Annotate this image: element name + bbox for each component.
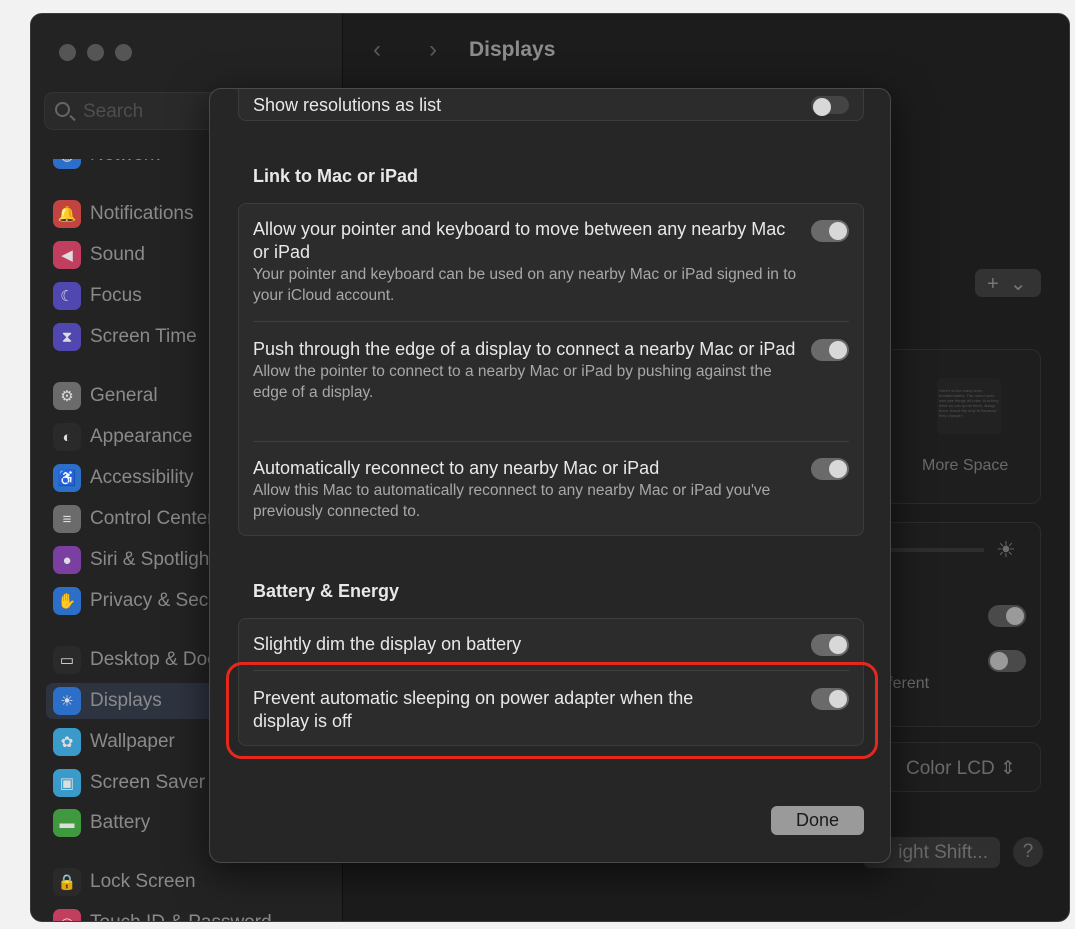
sound-icon: ◀ [53, 241, 81, 269]
setting-row: Allow your pointer and keyboard to move … [253, 219, 797, 304]
desktop-dock-icon: ▭ [53, 646, 81, 674]
brightness-card: ☀ fferent [883, 522, 1041, 727]
sidebar-item-label: Siri & Spotlight [90, 549, 215, 570]
battery-icon: ▬ [53, 809, 81, 837]
bg-toggle[interactable] [988, 650, 1026, 672]
sidebar-item-label: Network [90, 144, 160, 165]
focus-icon: ☾ [53, 282, 81, 310]
more-space-label: More Space [922, 457, 1009, 474]
setting-row: Push through the edge of a display to co… [253, 339, 796, 401]
network-icon: ◍ [53, 159, 81, 169]
auto-reconnect-toggle[interactable] [811, 458, 849, 480]
zoom-button[interactable] [115, 44, 132, 61]
page-title: Displays [469, 38, 556, 61]
done-button[interactable]: Done [771, 806, 864, 835]
bg-toggle[interactable] [988, 605, 1026, 627]
setting-row: Automatically reconnect to any nearby Ma… [253, 458, 771, 520]
preview-thumbnail: Here's to the crazy ones troublemakers. … [937, 378, 1001, 434]
sidebar-item-label: General [90, 385, 158, 406]
divider [253, 321, 849, 322]
sidebar-item-label: Touch ID & Password [90, 912, 272, 921]
sidebar-item-label: Focus [90, 285, 142, 306]
show-resolutions-toggle[interactable] [811, 96, 849, 116]
sidebar-item-label: Desktop & Dock [90, 649, 227, 670]
general-icon: ⚙ [53, 382, 81, 410]
dim-display-toggle[interactable] [811, 634, 849, 656]
notifications-icon: 🔔 [53, 200, 81, 228]
touch-id-password-icon: ◎ [53, 909, 81, 921]
forward-chevron-icon[interactable]: › [429, 36, 437, 64]
minimize-button[interactable] [87, 44, 104, 61]
appearance-icon: ◐ [53, 423, 81, 451]
sidebar-item-label: Wallpaper [90, 731, 175, 752]
sidebar-item-label: Sound [90, 244, 145, 265]
search-icon [55, 102, 70, 117]
link-group: Allow your pointer and keyboard to move … [238, 203, 864, 536]
wallpaper-icon: ✿ [53, 728, 81, 756]
section-heading: Link to Mac or iPad [253, 166, 419, 186]
push-through-toggle[interactable] [811, 339, 849, 361]
close-button[interactable] [59, 44, 76, 61]
resolutions-group: Show resolutions as list [238, 89, 864, 121]
sidebar-item-label: Screen Time [90, 326, 197, 347]
section-heading: Battery & Energy [253, 581, 400, 601]
traffic-lights [59, 44, 132, 61]
add-display-button[interactable]: + ⌄ [975, 269, 1041, 297]
divider [253, 441, 849, 442]
sidebar-item-label: Notifications [90, 203, 194, 224]
sidebar-item-label: Appearance [90, 426, 193, 447]
search-placeholder: Search [83, 101, 144, 122]
setting-row: Slightly dim the display on battery [253, 634, 522, 654]
sidebar-item-touch-id-password[interactable]: ◎ Touch ID & Password [46, 905, 336, 921]
pointer-keyboard-toggle[interactable] [811, 220, 849, 242]
brightness-slider[interactable] [884, 548, 984, 552]
help-button[interactable]: ? [1013, 837, 1043, 867]
screen-time-icon: ⧗ [53, 323, 81, 351]
sidebar-item-lock-screen[interactable]: 🔒 Lock Screen [46, 864, 336, 900]
back-chevron-icon[interactable]: ‹ [373, 36, 381, 64]
lock-screen-icon: 🔒 [53, 868, 81, 896]
highlight-annotation [226, 662, 878, 759]
show-resolutions-label: Show resolutions as list [253, 95, 442, 115]
sidebar-item-label: Lock Screen [90, 871, 196, 892]
control-center-icon: ≡ [53, 505, 81, 533]
sidebar-item-label: Screen Saver [90, 772, 206, 793]
screen-saver-icon: ▣ [53, 769, 81, 797]
siri-spotlight-icon: ● [53, 546, 81, 574]
color-profile-select[interactable]: Color LCD ⇕ [906, 757, 1016, 780]
sidebar-item-label: Displays [90, 690, 162, 711]
color-profile-card: Color LCD ⇕ [883, 742, 1041, 792]
sun-icon: ☀ [996, 537, 1016, 562]
sidebar-item-label: Battery [90, 812, 151, 833]
sidebar-item-label: Control Center [90, 508, 214, 529]
accessibility-icon: ♿ [53, 464, 81, 492]
sidebar-item-label: Accessibility [90, 467, 194, 488]
more-space-option[interactable]: Here's to the crazy ones troublemakers. … [883, 349, 1041, 504]
displays-icon: ☀ [53, 687, 81, 715]
privacy-security-icon: ✋ [53, 587, 81, 615]
